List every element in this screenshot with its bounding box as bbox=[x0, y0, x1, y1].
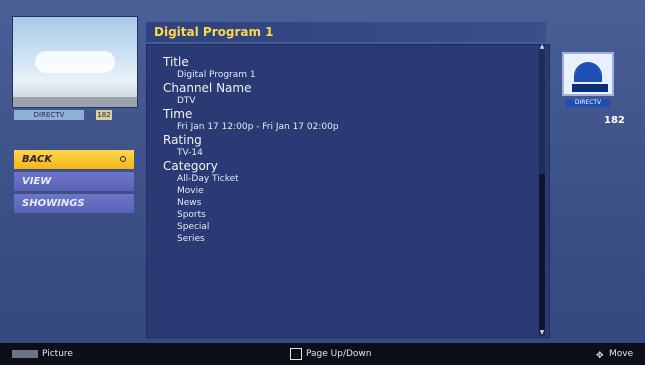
category-label: Category bbox=[163, 159, 218, 173]
category-value: Series bbox=[177, 234, 205, 244]
view-button[interactable]: VIEW bbox=[14, 172, 134, 191]
preview-cloud bbox=[35, 51, 115, 73]
scrollbar-thumb[interactable] bbox=[539, 174, 545, 332]
back-button-label: BACK bbox=[22, 154, 53, 165]
category-value: Sports bbox=[177, 210, 206, 220]
program-details-panel: Title Digital Program 1 Channel Name DTV… bbox=[146, 44, 550, 338]
video-preview bbox=[12, 16, 138, 108]
title-label: Title bbox=[163, 55, 189, 69]
network-logo bbox=[562, 52, 614, 96]
channel-name-value: DTV bbox=[177, 96, 196, 106]
logo-wordmark bbox=[572, 84, 608, 92]
category-value: News bbox=[177, 198, 202, 208]
back-button[interactable]: BACK bbox=[14, 150, 134, 169]
rating-value: TV-14 bbox=[177, 148, 203, 158]
logo-swoosh-icon bbox=[574, 62, 602, 82]
showings-button-label: SHOWINGS bbox=[22, 198, 85, 209]
channel-name-label: Channel Name bbox=[163, 81, 252, 95]
network-logo-label: DIRECTV bbox=[566, 99, 610, 107]
footer-picture: Picture bbox=[12, 347, 73, 361]
program-details: Title Digital Program 1 Channel Name DTV… bbox=[163, 55, 523, 245]
channel-number: 182 bbox=[604, 115, 625, 126]
page-title: Digital Program 1 bbox=[146, 22, 546, 42]
move-arrows-icon: ✥ bbox=[596, 350, 604, 361]
footer-page: Page Up/Down bbox=[290, 347, 371, 361]
scroll-up-icon[interactable]: ▲ bbox=[539, 44, 545, 50]
details-scrollbar[interactable]: ▲ ▼ bbox=[539, 44, 545, 336]
preview-network-label: DIRECTV bbox=[14, 110, 84, 120]
view-button-label: VIEW bbox=[22, 176, 52, 187]
title-value: Digital Program 1 bbox=[177, 70, 256, 80]
preview-ground bbox=[13, 97, 137, 107]
footer-bar: Picture Page Up/Down ✥ Move bbox=[0, 343, 645, 365]
preview-channel-badge: 182 bbox=[96, 110, 112, 120]
footer-move: ✥ Move bbox=[596, 347, 633, 361]
category-value: Special bbox=[177, 222, 210, 232]
footer-picture-label: Picture bbox=[42, 349, 73, 359]
category-value: All-Day Ticket bbox=[177, 174, 239, 184]
left-menu: BACK VIEW SHOWINGS bbox=[14, 150, 134, 216]
rating-label: Rating bbox=[163, 133, 202, 147]
footer-move-label: Move bbox=[609, 349, 634, 359]
showings-button[interactable]: SHOWINGS bbox=[14, 194, 134, 213]
picture-button-icon bbox=[12, 349, 38, 358]
time-label: Time bbox=[163, 107, 193, 121]
program-info-screen: DIRECTV 182 BACK VIEW SHOWINGS Digital P… bbox=[0, 0, 645, 365]
scroll-down-icon[interactable]: ▼ bbox=[539, 330, 545, 336]
page-up-down-icon bbox=[290, 347, 302, 360]
category-value: Movie bbox=[177, 186, 204, 196]
select-indicator-icon bbox=[120, 156, 126, 162]
time-value: Fri Jan 17 12:00p - Fri Jan 17 02:00p bbox=[177, 122, 339, 132]
footer-page-label: Page Up/Down bbox=[306, 349, 372, 359]
